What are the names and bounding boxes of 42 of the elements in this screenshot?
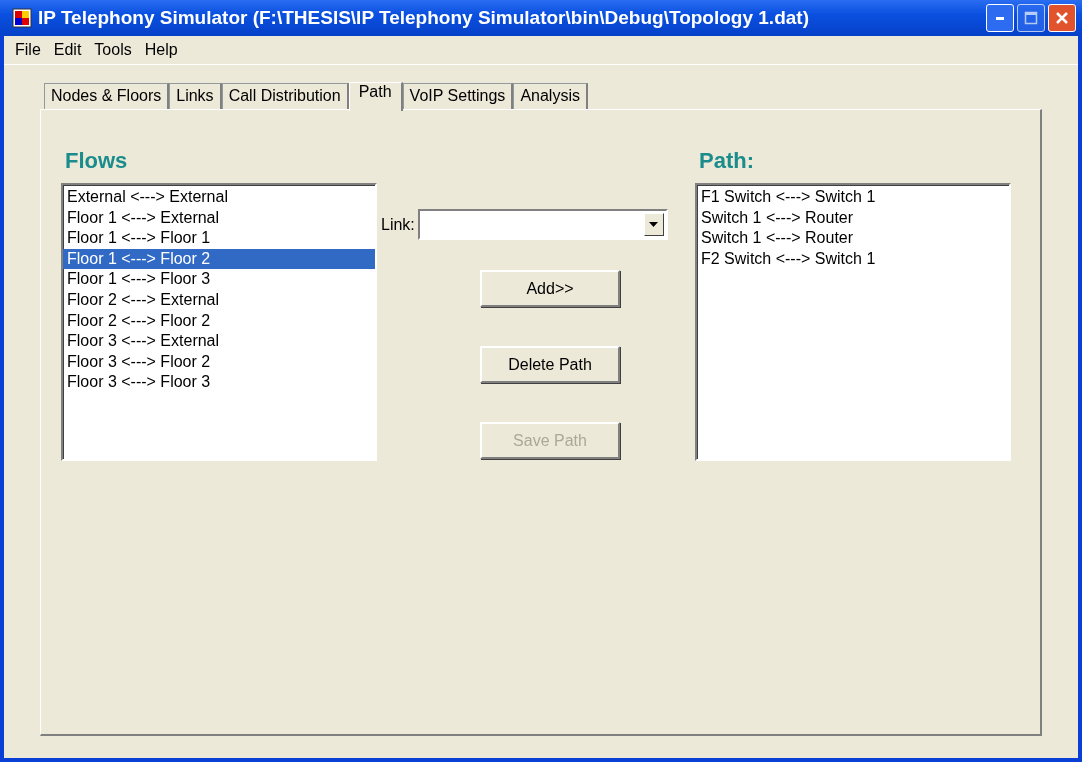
list-item[interactable]: External <---> External [63,187,375,208]
close-button[interactable] [1048,4,1076,32]
tab[interactable]: VoIP Settings [402,83,514,109]
list-item[interactable]: Floor 2 <---> Floor 2 [63,310,375,332]
tab[interactable]: Path [348,82,403,111]
button[interactable]: Add>> [480,270,620,307]
flows-list[interactable] [61,183,377,461]
section-heading: Path: [699,148,755,174]
list-item[interactable]: Floor 3 <---> External [63,331,375,352]
menu-item[interactable]: Edit [48,41,90,59]
list-item[interactable]: Switch 1 <---> Router [697,207,1009,229]
list-item[interactable]: Floor 3 <---> Floor 2 [63,351,375,373]
list-item[interactable]: Floor 1 <---> Floor 2 [63,248,375,270]
list-item[interactable]: Floor 3 <---> Floor 3 [63,372,375,393]
field-label: Link: [381,215,415,234]
tab[interactable]: Links [169,83,222,109]
list-item[interactable]: F2 Switch <---> Switch 1 [697,248,1009,270]
maximize-icon [1024,11,1038,25]
menu-item[interactable]: Help [139,41,186,59]
minimize-icon [996,16,1004,20]
path-list[interactable]: F1 Switch <---> Switch 1 Switch 1 <---> Router Switch 1 <---> Router F2 Switch <---> Switch 1 [695,183,1011,461]
list-item[interactable]: F1 Switch <---> Switch 1 [697,187,1009,208]
section-heading: Flows [65,148,129,174]
window-title: IP Telephony Simulator (F:\THESIS\IP Telephony Simulator\bin\Debug\Topology 1.dat) [38,7,810,29]
close-icon [1055,11,1069,25]
list-item[interactable]: Floor 1 <---> External [63,207,375,229]
link-dropdown[interactable] [417,209,668,240]
menu-item[interactable]: Tools [89,41,140,59]
tab[interactable]: Nodes & Floors [44,83,170,109]
dropdown-button[interactable] [643,213,664,236]
tab[interactable]: Analysis [513,83,588,109]
list-item[interactable]: Floor 1 <---> Floor 1 [63,228,375,249]
list-item[interactable]: Floor 1 <---> Floor 3 [63,269,375,290]
button[interactable]: Delete Path [480,346,620,383]
caret-icon [649,222,659,227]
menu-item[interactable]: File [10,41,49,59]
tab[interactable]: Call Distribution [221,83,349,109]
app-icon [12,8,32,28]
maximize-button[interactable] [1017,4,1045,32]
list-item[interactable]: Switch 1 <---> Router [697,228,1009,249]
list-item[interactable]: Floor 2 <---> External [63,289,375,311]
minimize-button[interactable] [986,4,1014,32]
